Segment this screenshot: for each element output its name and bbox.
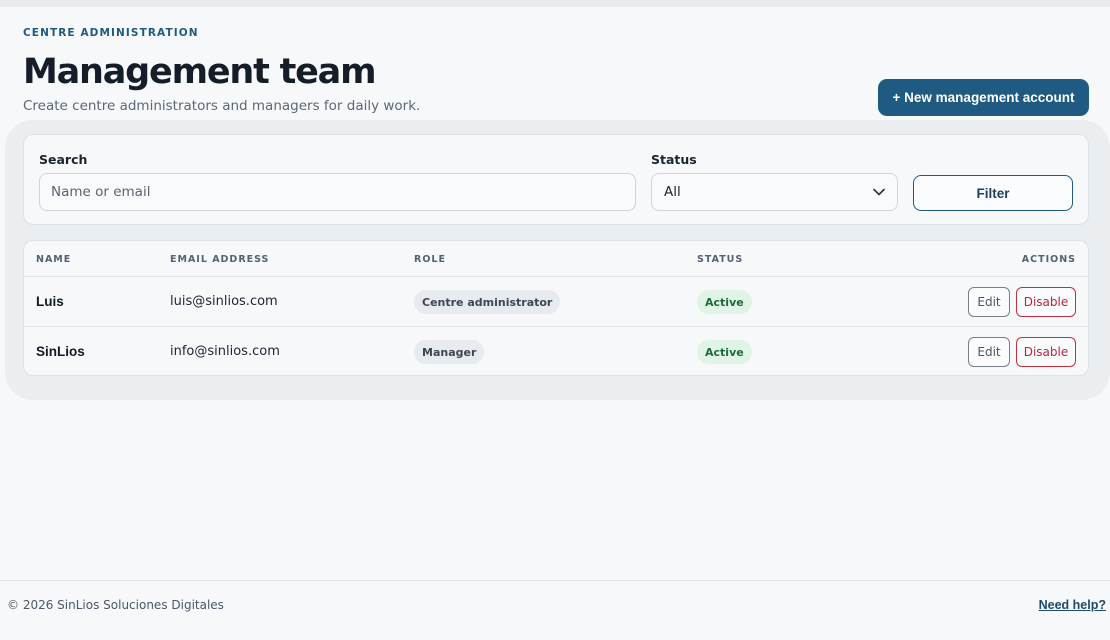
user-name: SinLios	[36, 344, 85, 359]
page-footer: © 2026 SinLios Soluciones Digitales Need…	[0, 580, 1110, 640]
filter-button[interactable]: Filter	[913, 175, 1073, 211]
role-badge: Manager	[414, 340, 485, 364]
edit-button[interactable]: Edit	[968, 287, 1010, 317]
edit-button[interactable]: Edit	[968, 337, 1010, 367]
status-select[interactable]: All	[651, 173, 898, 211]
role-badge: Centre administrator	[414, 290, 561, 314]
search-label: Search	[39, 152, 88, 167]
disable-button[interactable]: Disable	[1016, 287, 1076, 317]
status-label: Status	[651, 152, 697, 167]
need-help-link[interactable]: Need help?	[1039, 598, 1106, 612]
column-header-email: EMAIL ADDRESS	[170, 254, 270, 265]
status-badge: Active	[697, 290, 752, 314]
table-row: SinLios info@sinlios.com Manager Active …	[24, 326, 1088, 375]
page-title: Management team	[23, 52, 377, 92]
copyright-text: © 2026 SinLios Soluciones Digitales	[7, 598, 224, 612]
user-name: Luis	[36, 294, 64, 309]
user-email: luis@sinlios.com	[170, 294, 278, 309]
chevron-down-icon	[873, 184, 885, 200]
status-select-value: All	[664, 184, 681, 200]
new-management-account-button[interactable]: + New management account	[878, 79, 1089, 116]
user-email: info@sinlios.com	[170, 344, 280, 359]
table-row: Luis luis@sinlios.com Centre administrat…	[24, 276, 1088, 326]
top-strip	[0, 0, 1110, 7]
column-header-name: NAME	[36, 254, 72, 265]
page-subtitle: Create centre administrators and manager…	[23, 98, 421, 114]
column-header-status: STATUS	[697, 254, 744, 265]
column-header-role: ROLE	[414, 254, 446, 265]
column-header-actions: ACTIONS	[1021, 254, 1076, 265]
search-input[interactable]	[39, 173, 636, 211]
disable-button[interactable]: Disable	[1016, 337, 1076, 367]
status-badge: Active	[697, 340, 752, 364]
management-table: NAME EMAIL ADDRESS ROLE STATUS ACTIONS L…	[23, 240, 1089, 376]
section-eyebrow: CENTRE ADMINISTRATION	[23, 27, 199, 39]
